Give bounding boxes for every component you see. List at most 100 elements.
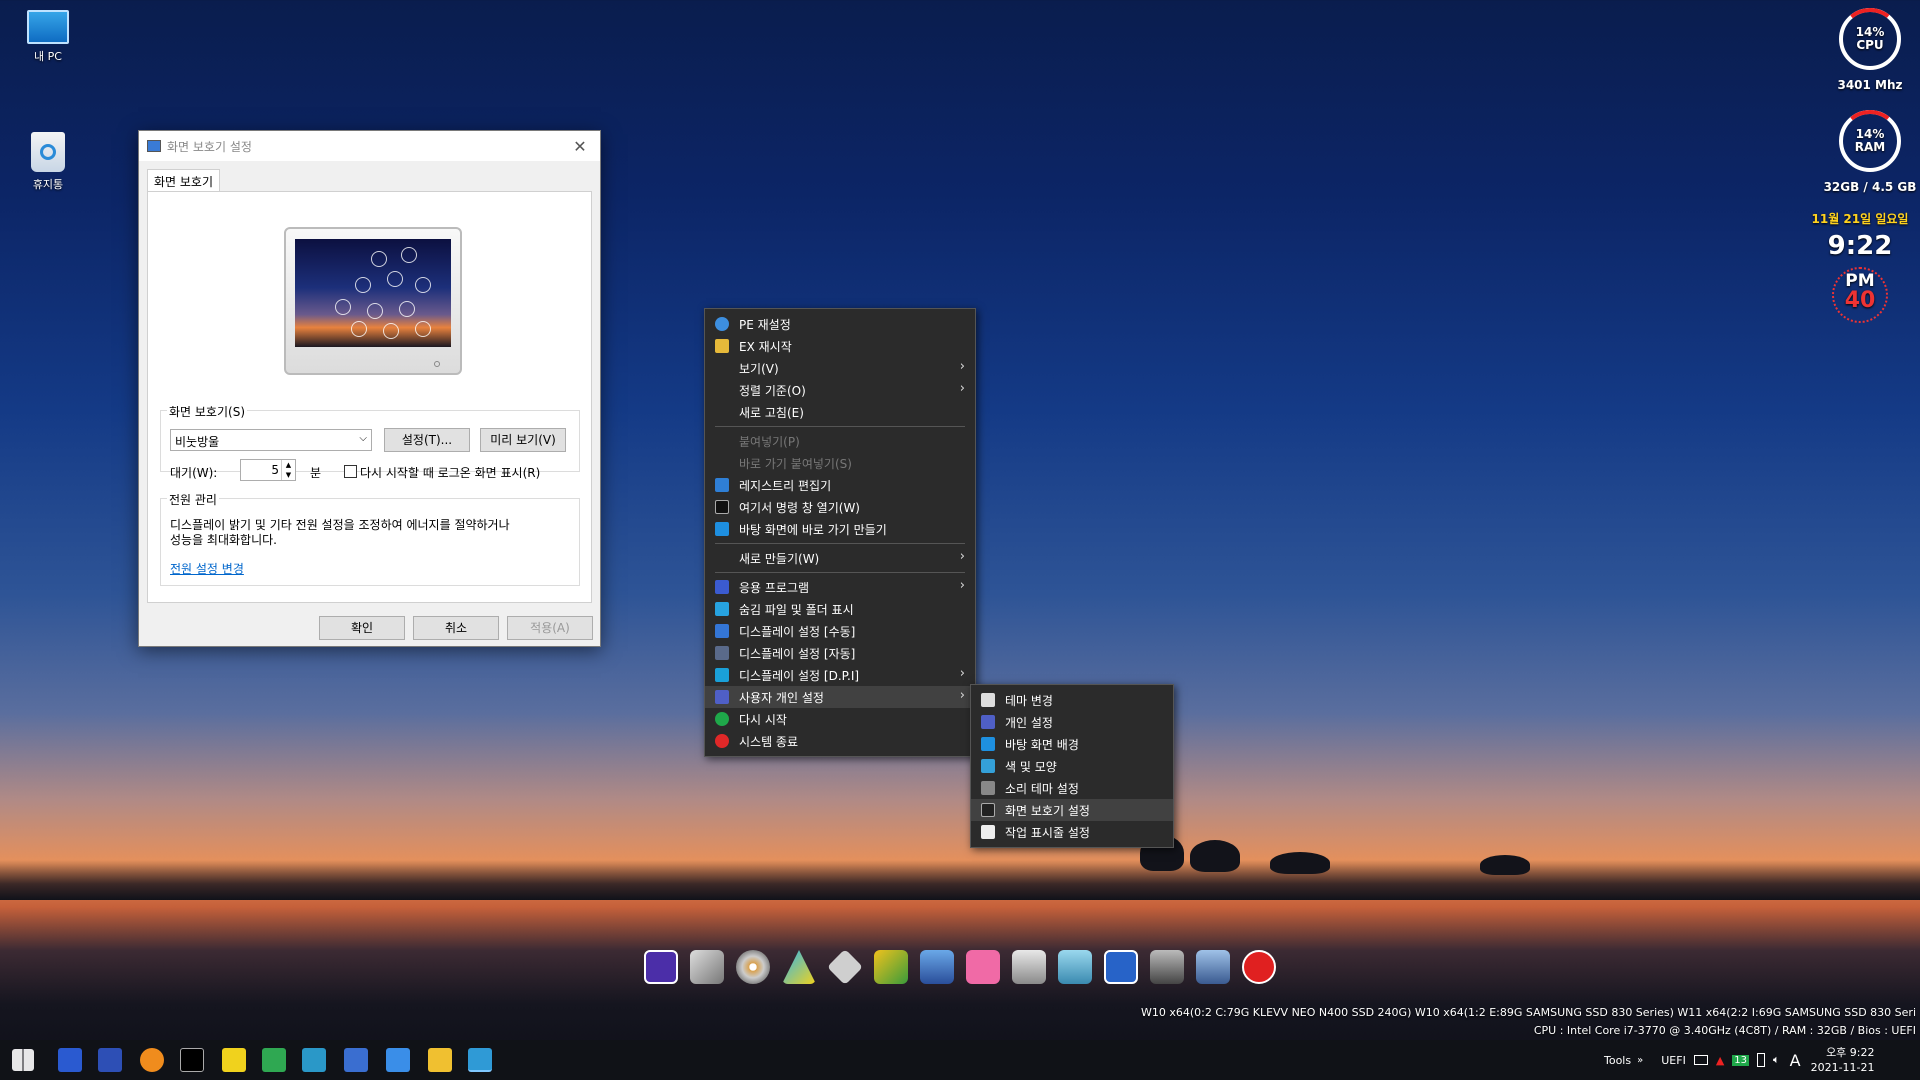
menu-item-label: 다시 시작 [739,712,787,727]
menu-item-personalization[interactable]: 사용자 개인 설정 › [705,686,975,708]
dialog-titlebar[interactable]: 화면 보호기 설정 ✕ [139,131,600,161]
camera-icon[interactable] [386,1048,410,1072]
terminal-icon[interactable] [180,1048,204,1072]
recycle-bin-icon [31,132,65,172]
cpu-chip-icon[interactable] [644,950,678,984]
logon-checkbox[interactable] [344,465,357,478]
system-tray: Tools » UEFI ▲ 13 🔈︎ A 오후 9:22 2021-11-2… [1604,1040,1875,1080]
network-computer-icon[interactable] [920,950,954,984]
usb-drive-icon[interactable] [690,950,724,984]
screensaver-settings-dialog: 화면 보호기 설정 ✕ 화면 보호기 화면 보호기(S) 비눗방울 ⌵ 설정(T… [138,130,601,647]
explorer-icon [715,339,729,353]
submenu-item-sound-theme[interactable]: 소리 테마 설정 [971,777,1173,799]
power-button-icon[interactable] [1242,950,1276,984]
settings-button[interactable]: 설정(T)... [384,428,470,452]
speaker-icon [981,781,995,795]
tray-red-app-icon[interactable]: ▲ [1716,1054,1724,1067]
menu-separator [715,543,965,544]
power-settings-link[interactable]: 전원 설정 변경 [170,560,244,577]
taskbar-clock[interactable]: 오후 9:22 2021-11-21 [1811,1045,1875,1075]
menu-item-refresh[interactable]: 새로 고침(E) [705,401,975,423]
search-icon[interactable] [140,1048,164,1072]
notepad-icon[interactable] [222,1048,246,1072]
bubble-shape [401,247,417,263]
pencil-edit-icon[interactable] [874,950,908,984]
desktop-icon-recycle-bin[interactable]: 휴지통 [13,132,83,192]
cancel-button[interactable]: 취소 [413,616,499,640]
menu-item-label: 바로 가기 붙여넣기(S) [739,456,852,471]
horizon [0,860,1920,900]
display-settings-taskbar-icon[interactable] [468,1048,492,1072]
menu-item-show-hidden-files[interactable]: 숨김 파일 및 폴더 표시 [705,598,975,620]
preview-screen [295,239,451,347]
submenu-item-color-appearance[interactable]: 색 및 모양 [971,755,1173,777]
task-manager-icon[interactable] [262,1048,286,1072]
logon-checkbox-label[interactable]: 다시 시작할 때 로그온 화면 표시(R) [360,464,540,481]
tray-badge[interactable]: 13 [1732,1054,1750,1066]
font-app-icon[interactable] [1104,950,1138,984]
menu-item-applications[interactable]: 응용 프로그램 › [705,576,975,598]
disc-icon[interactable] [736,950,770,984]
install-icon[interactable] [344,1048,368,1072]
menu-item-paste-shortcut: 바로 가기 붙여넣기(S) [705,452,975,474]
menu-item-create-desktop-shortcut[interactable]: 바탕 화면에 바로 가기 만들기 [705,518,975,540]
tray-tools-label[interactable]: Tools [1604,1054,1631,1067]
desktop-icon-this-pc[interactable]: 내 PC [13,10,83,64]
save-disk-icon[interactable] [98,1048,122,1072]
windows-store-icon[interactable] [966,950,1000,984]
folder-icon[interactable] [428,1048,452,1072]
taskbar-icon [981,825,995,839]
menu-item-label: 시스템 종료 [739,734,799,749]
windows-start-icon[interactable] [12,1049,34,1071]
submenu-item-change-theme[interactable]: 테마 변경 [971,689,1173,711]
submenu-item-desktop-background[interactable]: 바탕 화면 배경 [971,733,1173,755]
apply-button: 적용(A) [507,616,593,640]
ime-indicator[interactable]: A [1790,1051,1801,1070]
tab-screensaver[interactable]: 화면 보호기 [147,169,221,193]
menu-item-registry-editor[interactable]: 레지스트리 편집기 [705,474,975,496]
menu-item-shutdown[interactable]: 시스템 종료 [705,730,975,752]
triangle-app-icon[interactable] [782,950,816,984]
network-icon[interactable] [302,1048,326,1072]
menu-item-ex-restart[interactable]: EX 재시작 [705,335,975,357]
app-icon-1[interactable] [58,1048,82,1072]
submenu-item-taskbar[interactable]: 작업 표시줄 설정 [971,821,1173,843]
menu-item-pe-reset[interactable]: PE 재설정 [705,313,975,335]
menu-item-new[interactable]: 새로 만들기(W) › [705,547,975,569]
ok-button[interactable]: 확인 [319,616,405,640]
restart-icon [715,712,729,726]
cpu-ring: 14% CPU [1839,8,1901,70]
refresh-icon [715,317,729,331]
wait-minutes-stepper[interactable]: 5 ▲ ▼ [240,459,296,481]
power-group-label: 전원 관리 [167,491,219,508]
menu-item-open-command-window[interactable]: 여기서 명령 창 열기(W) [705,496,975,518]
submenu-item-personalize[interactable]: 개인 설정 [971,711,1173,733]
rocket-icon[interactable] [1196,950,1230,984]
bookmark-icon[interactable] [1058,950,1092,984]
chevron-right-icon: › [959,666,965,681]
close-icon[interactable]: ✕ [560,137,600,156]
chevron-up-icon[interactable]: » [1637,1055,1643,1066]
menu-item-display-dpi[interactable]: 디스플레이 설정 [D.P.I] › [705,664,975,686]
preview-button[interactable]: 미리 보기(V) [480,428,566,452]
tray-monitor-icon[interactable] [1693,1055,1708,1065]
volume-icon[interactable]: 🔈︎ [1773,1053,1780,1067]
screensaver-select-value: 비눗방울 [175,435,220,449]
menu-item-restart[interactable]: 다시 시작 [705,708,975,730]
taskbar: Tools » UEFI ▲ 13 🔈︎ A 오후 9:22 2021-11-2… [0,1040,1920,1080]
menu-item-view[interactable]: 보기(V) › [705,357,975,379]
chevron-right-icon: › [959,381,965,396]
menu-item-display-manual[interactable]: 디스플레이 설정 [수동] [705,620,975,642]
spinner-arrows-icon[interactable]: ▲ ▼ [281,460,295,480]
menu-item-sort-by[interactable]: 정렬 기준(O) › [705,379,975,401]
hidden-files-icon [715,602,729,616]
menu-item-label: 사용자 개인 설정 [739,690,824,705]
menu-item-display-auto[interactable]: 디스플레이 설정 [자동] [705,642,975,664]
battery-icon[interactable] [1757,1053,1766,1067]
submenu-item-screensaver[interactable]: 화면 보호기 설정 [971,799,1173,821]
screensaver-select[interactable]: 비눗방울 ⌵ [170,429,372,451]
ram-gadget: 14% RAM 32GB / 4.5 GB [1818,110,1920,194]
diamond-app-icon[interactable] [826,948,864,986]
hard-drive-icon[interactable] [1012,950,1046,984]
camera-tools-icon[interactable] [1150,950,1184,984]
